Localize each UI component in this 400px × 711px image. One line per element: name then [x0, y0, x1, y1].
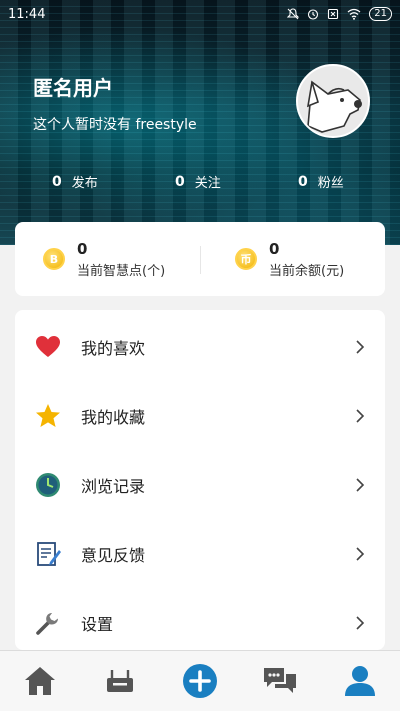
tab-profile[interactable] [342, 663, 378, 699]
chat-icon [264, 668, 296, 693]
tab-messages[interactable] [262, 663, 298, 699]
wifi-icon [347, 8, 361, 20]
balance-coin-icon: 币 [235, 248, 257, 270]
profile-menu: 我的喜欢 我的收藏 浏览记录 意见反馈 设置 [15, 310, 385, 650]
add-icon [183, 664, 217, 698]
alarm-icon [308, 9, 319, 20]
dog-avatar-icon [306, 80, 362, 133]
wrench-icon [35, 610, 61, 636]
clock-icon [35, 472, 61, 498]
avatar[interactable] [296, 64, 370, 138]
stat-following[interactable]: 0 关注 [175, 172, 221, 192]
chevron-right-icon [356, 615, 365, 630]
menu-item-favorites[interactable]: 我的收藏 [15, 381, 385, 450]
stat-label: 发布 [71, 176, 98, 191]
wisdom-points-label: 当前智慧点(个) [77, 263, 166, 279]
chevron-right-icon [356, 477, 365, 492]
menu-item-settings[interactable]: 设置 [15, 588, 385, 650]
balance-value: 0 [269, 239, 280, 258]
wallet-card: B 0 当前智慧点(个) 币 0 当前余额(元) [15, 222, 385, 296]
battery-indicator: 21 [369, 7, 392, 21]
stat-count: 0 [298, 173, 308, 190]
star-icon [35, 403, 61, 429]
tab-add[interactable] [182, 663, 218, 699]
tab-devices[interactable] [102, 663, 138, 699]
status-time: 11:44 [8, 6, 46, 22]
chevron-right-icon [356, 408, 365, 423]
profile-header: 11:44 21 匿名用户 这个人暂时没有 freestyle 0 发布 0 关… [0, 0, 400, 245]
wisdom-points-item[interactable]: B 0 当前智慧点(个) [43, 222, 165, 296]
status-bar: 11:44 21 [0, 0, 400, 28]
menu-item-history[interactable]: 浏览记录 [15, 450, 385, 519]
menu-item-label: 意见反馈 [81, 545, 146, 565]
home-icon [25, 667, 55, 695]
menu-item-likes[interactable]: 我的喜欢 [15, 312, 385, 381]
bottom-tab-bar [0, 650, 400, 711]
wisdom-points-value: 0 [77, 239, 88, 258]
chevron-right-icon [356, 546, 365, 561]
stat-count: 0 [52, 173, 62, 190]
menu-item-label: 我的收藏 [81, 407, 146, 427]
wisdom-coin-icon: B [43, 248, 65, 270]
stat-followers[interactable]: 0 粉丝 [298, 172, 344, 192]
heart-icon [35, 334, 61, 360]
balance-label: 当前余额(元) [269, 263, 345, 279]
profile-icon [345, 666, 375, 696]
stat-posts[interactable]: 0 发布 [52, 172, 98, 192]
menu-item-label: 浏览记录 [81, 476, 146, 496]
menu-item-feedback[interactable]: 意见反馈 [15, 519, 385, 588]
wallet-divider [200, 246, 201, 274]
username: 匿名用户 [33, 76, 113, 100]
user-bio: 这个人暂时没有 freestyle [33, 117, 197, 133]
router-icon [107, 670, 133, 692]
chevron-right-icon [356, 339, 365, 354]
mute-icon [287, 8, 300, 20]
stat-count: 0 [175, 173, 185, 190]
tab-home[interactable] [22, 663, 58, 699]
balance-item[interactable]: 币 0 当前余额(元) [235, 222, 344, 296]
profile-stats: 0 发布 0 关注 0 粉丝 [0, 172, 400, 192]
menu-item-label: 设置 [81, 614, 114, 634]
sim-off-icon [328, 8, 339, 20]
menu-item-label: 我的喜欢 [81, 338, 146, 358]
stat-label: 粉丝 [317, 176, 344, 191]
feedback-icon [35, 541, 61, 567]
stat-label: 关注 [194, 176, 221, 191]
